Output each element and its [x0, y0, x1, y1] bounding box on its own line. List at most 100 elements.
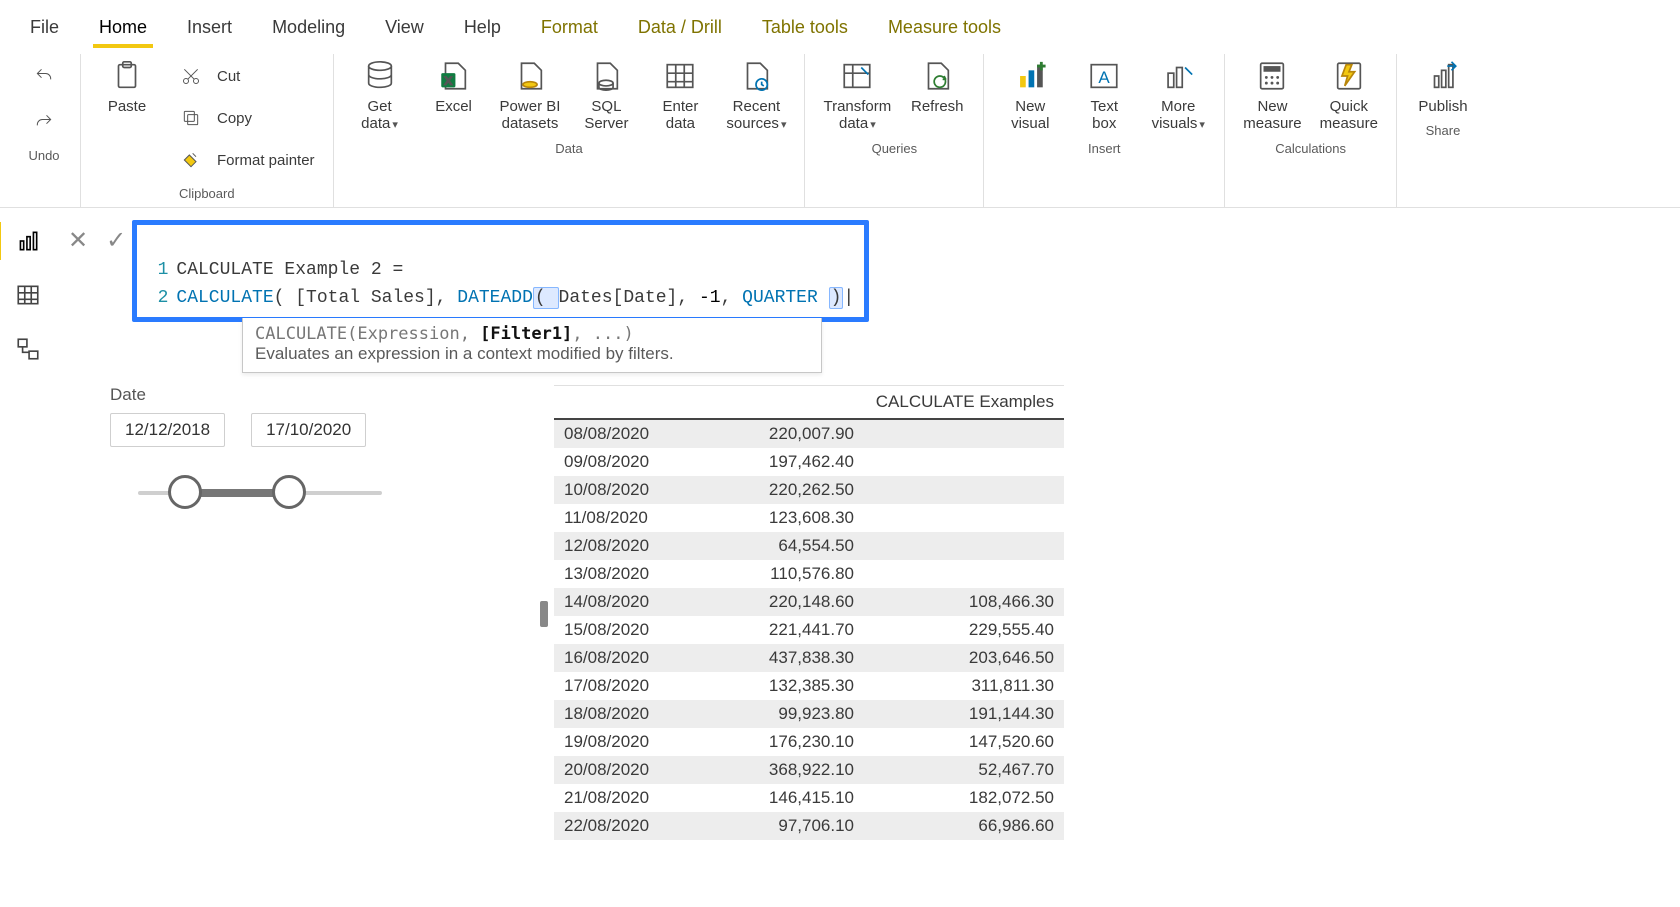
group-calculations: New measure Quick measure Calculations — [1225, 54, 1397, 207]
table-row[interactable]: 13/08/2020110,576.80 — [554, 560, 1064, 588]
model-view-button[interactable] — [13, 334, 43, 364]
group-label: Data — [555, 139, 582, 162]
group-share: Publish Share — [1397, 54, 1489, 207]
cell-date: 10/08/2020 — [554, 476, 704, 504]
table-row[interactable]: 21/08/2020146,415.10182,072.50 — [554, 784, 1064, 812]
table-row[interactable]: 08/08/2020220,007.90 — [554, 420, 1064, 448]
excel-button[interactable]: X Excel — [426, 58, 482, 115]
data-table[interactable]: CALCULATE Examples 08/08/2020220,007.900… — [554, 385, 1064, 840]
workspace: ✕ ✓ 1CALCULATE Example 2 = 2CALCULATE( [… — [0, 208, 1680, 840]
tab-home[interactable]: Home — [93, 9, 153, 48]
table-row[interactable]: 15/08/2020221,441.70229,555.40 — [554, 616, 1064, 644]
refresh-icon — [919, 58, 955, 94]
column-header[interactable]: CALCULATE Examples — [864, 386, 1064, 418]
new-visual-button[interactable]: New visual — [1002, 58, 1058, 133]
ribbon: Undo Paste Cut Copy Format painter — [0, 48, 1680, 208]
text-box-icon: A — [1086, 58, 1122, 94]
transform-data-button[interactable]: Transform data▾ — [823, 58, 891, 133]
cell-value-2: 66,986.60 — [864, 812, 1064, 840]
data-view-button[interactable] — [13, 280, 43, 310]
formula-editor[interactable]: 1CALCULATE Example 2 = 2CALCULATE( [Tota… — [132, 220, 869, 322]
token-dateadd: DATEADD — [457, 288, 533, 308]
table-row[interactable]: 14/08/2020220,148.60108,466.30 — [554, 588, 1064, 616]
group-undo: Undo — [8, 54, 81, 207]
cell-value-2 — [864, 476, 1064, 504]
sql-server-button[interactable]: SQL Server — [578, 58, 634, 133]
format-painter-label: Format painter — [217, 152, 315, 169]
recent-sources-button[interactable]: Recent sources▾ — [726, 58, 786, 133]
tab-insert[interactable]: Insert — [181, 9, 238, 48]
undo-icon[interactable] — [26, 58, 62, 94]
tab-modeling[interactable]: Modeling — [266, 9, 351, 48]
table-row[interactable]: 22/08/202097,706.1066,986.60 — [554, 812, 1064, 840]
cell-value-2 — [864, 532, 1064, 560]
table-row[interactable]: 12/08/202064,554.50 — [554, 532, 1064, 560]
quick-measure-button[interactable]: Quick measure — [1320, 58, 1378, 133]
tab-table-tools[interactable]: Table tools — [756, 9, 854, 48]
group-data: Get data▾ X Excel Power BI datasets SQL … — [334, 54, 806, 207]
report-surface[interactable]: Date 12/12/2018 17/10/2020 CALC — [56, 373, 1680, 840]
formula-cancel-button[interactable]: ✕ — [68, 226, 88, 255]
tab-view[interactable]: View — [379, 9, 430, 48]
refresh-button[interactable]: Refresh — [909, 58, 965, 115]
new-visual-icon — [1012, 58, 1048, 94]
slider-handle-left[interactable] — [168, 475, 202, 509]
cell-date: 19/08/2020 — [554, 728, 704, 756]
range-slider[interactable] — [110, 473, 410, 513]
pbi-datasets-button[interactable]: Power BI datasets — [500, 58, 561, 133]
more-visuals-button[interactable]: More visuals▾ — [1150, 58, 1206, 133]
tab-help[interactable]: Help — [458, 9, 507, 48]
format-painter-button[interactable]: Format painter — [173, 142, 315, 178]
tab-format[interactable]: Format — [535, 9, 604, 48]
tab-measure-tools[interactable]: Measure tools — [882, 9, 1007, 48]
get-data-button[interactable]: Get data▾ — [352, 58, 408, 133]
slicer-from-input[interactable]: 12/12/2018 — [110, 413, 225, 447]
cell-date: 14/08/2020 — [554, 588, 704, 616]
redo-icon[interactable] — [26, 104, 62, 140]
table-resize-handle[interactable] — [540, 601, 548, 627]
text-box-button[interactable]: A Text box — [1076, 58, 1132, 133]
table-row[interactable]: 09/08/2020197,462.40 — [554, 448, 1064, 476]
slider-handle-right[interactable] — [272, 475, 306, 509]
new-measure-button[interactable]: New measure — [1243, 58, 1301, 133]
table-row[interactable]: 18/08/202099,923.80191,144.30 — [554, 700, 1064, 728]
publish-button[interactable]: Publish — [1415, 58, 1471, 115]
table-row[interactable]: 17/08/2020132,385.30311,811.30 — [554, 672, 1064, 700]
cell-value-2 — [864, 560, 1064, 588]
cell-value-2 — [864, 420, 1064, 448]
cut-button[interactable]: Cut — [173, 58, 315, 94]
token-calculate: CALCULATE — [176, 288, 273, 308]
formula-line-1: CALCULATE Example 2 = — [176, 260, 403, 280]
tab-data-drill[interactable]: Data / Drill — [632, 9, 728, 48]
table-row[interactable]: 20/08/2020368,922.1052,467.70 — [554, 756, 1064, 784]
formula-commit-button[interactable]: ✓ — [106, 226, 126, 255]
cell-date: 18/08/2020 — [554, 700, 704, 728]
cell-date: 08/08/2020 — [554, 420, 704, 448]
publish-label: Publish — [1418, 98, 1467, 115]
cell-value-2: 203,646.50 — [864, 644, 1064, 672]
cell-date: 11/08/2020 — [554, 504, 704, 532]
cell-value-1: 197,462.40 — [704, 448, 864, 476]
cell-date: 15/08/2020 — [554, 616, 704, 644]
cell-value-1: 64,554.50 — [704, 532, 864, 560]
excel-label: Excel — [435, 98, 472, 115]
recent-sources-icon — [738, 58, 774, 94]
slicer-to-input[interactable]: 17/10/2020 — [251, 413, 366, 447]
sql-server-label: SQL Server — [584, 98, 628, 133]
excel-icon: X — [436, 58, 472, 94]
table-row[interactable]: 11/08/2020123,608.30 — [554, 504, 1064, 532]
report-view-button[interactable] — [13, 226, 43, 256]
table-row[interactable]: 19/08/2020176,230.10147,520.60 — [554, 728, 1064, 756]
table-body: 08/08/2020220,007.9009/08/2020197,462.40… — [554, 420, 1064, 840]
date-slicer[interactable]: Date 12/12/2018 17/10/2020 — [110, 385, 510, 513]
canvas: ✕ ✓ 1CALCULATE Example 2 = 2CALCULATE( [… — [56, 208, 1680, 840]
enter-data-button[interactable]: Enter data — [652, 58, 708, 133]
cell-value-1: 437,838.30 — [704, 644, 864, 672]
table-row[interactable]: 10/08/2020220,262.50 — [554, 476, 1064, 504]
cell-value-1: 99,923.80 — [704, 700, 864, 728]
tab-file[interactable]: File — [24, 9, 65, 48]
cell-date: 21/08/2020 — [554, 784, 704, 812]
table-row[interactable]: 16/08/2020437,838.30203,646.50 — [554, 644, 1064, 672]
copy-button[interactable]: Copy — [173, 100, 315, 136]
paste-button[interactable]: Paste — [99, 58, 155, 115]
